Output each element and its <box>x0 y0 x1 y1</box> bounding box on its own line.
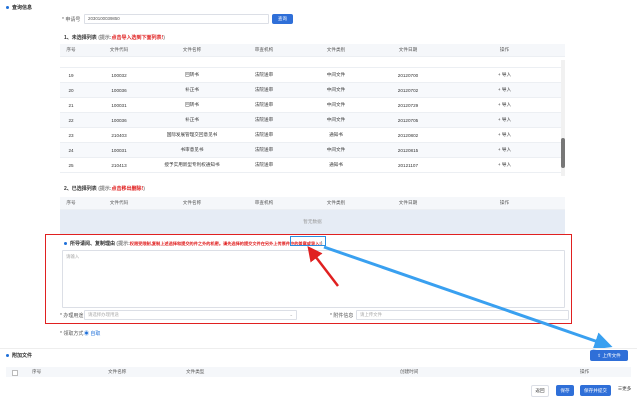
attach-section-title: 附加文件 <box>6 352 32 359</box>
attach-col-name: 文件名称 <box>108 369 127 374</box>
attach-col-op: 操作 <box>580 369 590 374</box>
red-arrow <box>307 246 339 287</box>
attach-col-seq: 序号 <box>32 369 42 374</box>
upload-button-label: 上传文件 <box>602 353 621 358</box>
bullet-icon <box>6 354 9 358</box>
attach-checkbox[interactable] <box>12 370 18 376</box>
back-button-label: 返回 <box>535 388 545 393</box>
save-button[interactable]: 保存 <box>556 385 574 396</box>
blue-arrow <box>323 245 613 350</box>
attach-table-header: 序号 文件名称 文件类型 创建时间 操作 <box>6 367 631 377</box>
more-label: 更多 <box>622 386 632 391</box>
attach-col-time: 创建时间 <box>400 369 419 374</box>
back-button[interactable]: 返回 <box>531 385 549 397</box>
attach-section-divider <box>0 348 637 349</box>
annotation-arrows <box>307 245 613 350</box>
attach-col-type: 文件类型 <box>186 369 205 374</box>
upload-file-button[interactable]: ⇪ 上传文件 <box>590 350 628 361</box>
more-button[interactable]: ☰更多 <box>618 386 631 392</box>
save-submit-button[interactable]: 保存并提交 <box>580 385 611 396</box>
